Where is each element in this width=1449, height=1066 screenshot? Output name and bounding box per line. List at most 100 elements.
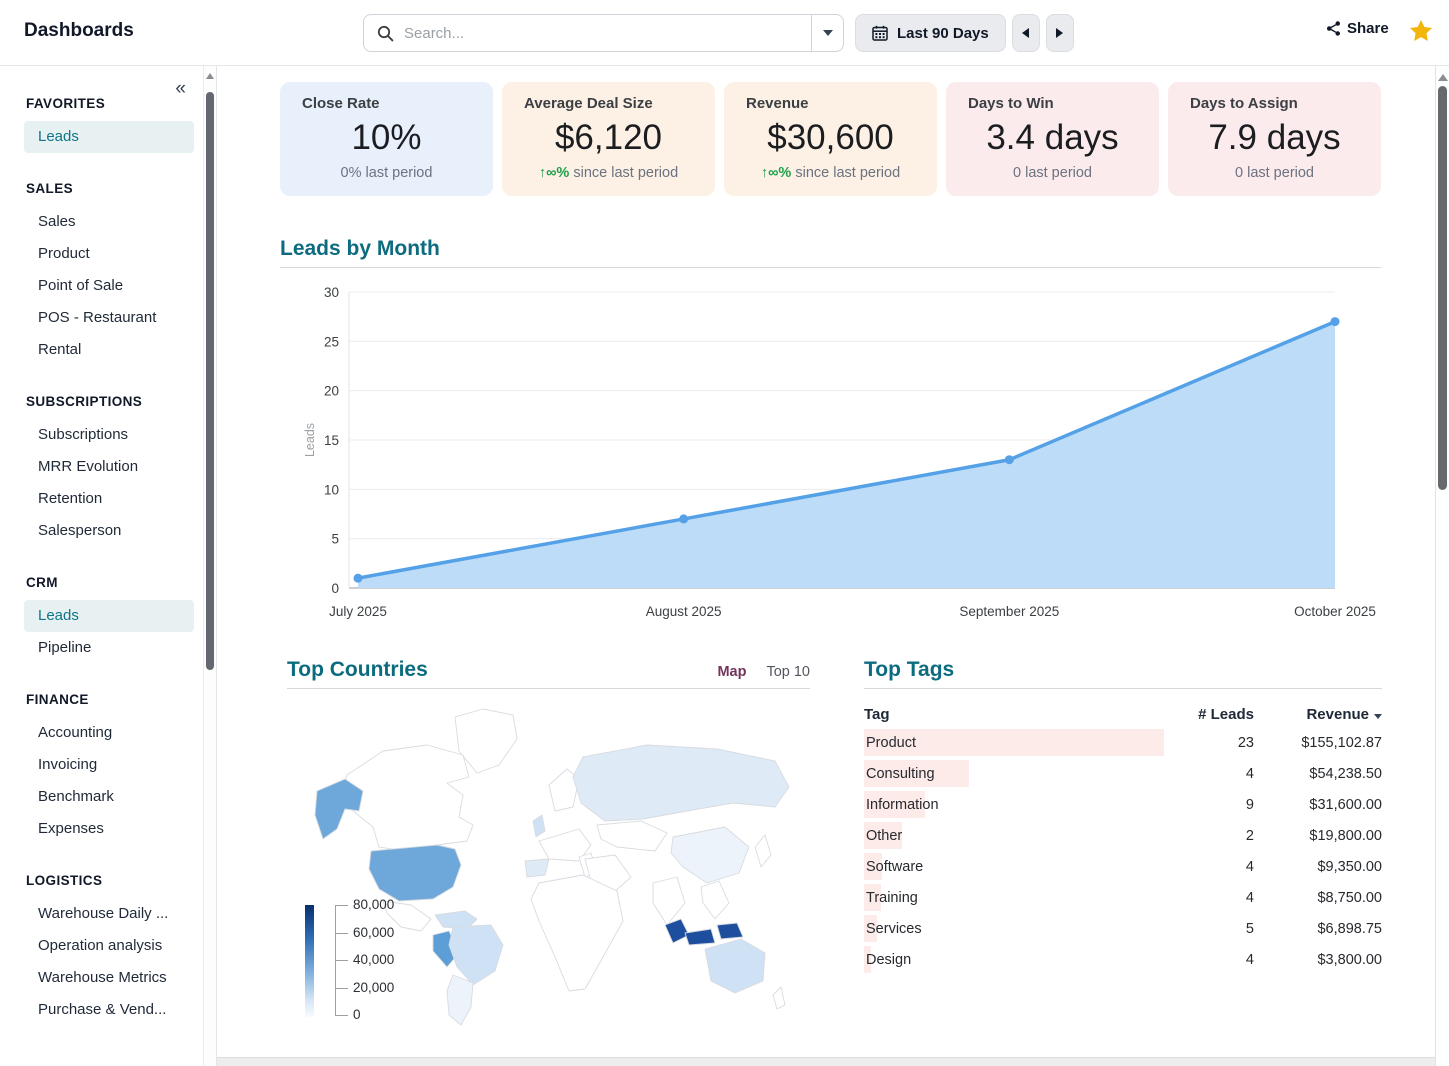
revenue-cell: $6,898.75: [1254, 921, 1382, 937]
tag-label: Product: [864, 735, 916, 751]
sidebar-item-warehouse-metrics[interactable]: Warehouse Metrics: [24, 962, 194, 994]
tag-label: Services: [864, 921, 922, 937]
map-tab-map[interactable]: Map: [717, 664, 746, 680]
search-input[interactable]: [404, 25, 811, 42]
country-australia[interactable]: [705, 939, 765, 993]
sidebar-section-finance: FINANCE AccountingInvoicingBenchmarkExpen…: [0, 692, 200, 845]
country-alaska-us[interactable]: [315, 779, 363, 839]
sidebar-item-product[interactable]: Product: [24, 238, 194, 270]
kpi-subtext: ↑∞% since last period: [502, 165, 715, 181]
date-filter-label: Last 90 Days: [897, 25, 989, 42]
share-button[interactable]: Share: [1325, 20, 1389, 37]
table-row-information[interactable]: Information9$31,600.00: [864, 789, 1382, 820]
tag-cell: Training: [864, 882, 1174, 913]
legend-tick: [335, 960, 348, 961]
table-row-services[interactable]: Services 5$6,898.75: [864, 913, 1382, 944]
sidebar-item-rental[interactable]: Rental: [24, 334, 194, 366]
column-header-revenue[interactable]: Revenue: [1254, 706, 1382, 723]
leads-count-cell: 4: [1174, 766, 1254, 782]
search-dropdown-toggle[interactable]: [811, 15, 843, 51]
legend-tick-label: 20,000: [353, 980, 394, 995]
country-china[interactable]: [671, 827, 749, 883]
revenue-cell: $19,800.00: [1254, 828, 1382, 844]
search-icon: [377, 25, 394, 42]
sidebar-item-accounting[interactable]: Accounting: [24, 717, 194, 749]
table-row-design[interactable]: Design4$3,800.00: [864, 944, 1382, 975]
scroll-up-arrow-icon[interactable]: [1438, 74, 1448, 81]
sidebar-item-invoicing[interactable]: Invoicing: [24, 749, 194, 781]
sidebar-scrollbar: [203, 66, 216, 1066]
column-header-tag[interactable]: Tag: [864, 706, 1174, 723]
sidebar-item-sales[interactable]: Sales: [24, 206, 194, 238]
svg-text:Leads: Leads: [303, 423, 317, 457]
revenue-cell: $54,238.50: [1254, 766, 1382, 782]
sidebar-item-leads[interactable]: Leads: [24, 600, 194, 632]
kpi-card-close-rate[interactable]: Close Rate10%0% last period: [280, 82, 493, 196]
sidebar-section-sales: SALESSalesProductPoint of SalePOS - Rest…: [0, 181, 200, 366]
sidebar-item-leads[interactable]: Leads: [24, 121, 194, 153]
sidebar-item-salesperson[interactable]: Salesperson: [24, 515, 194, 547]
kpi-card-days-to-win[interactable]: Days to Win3.4 days0 last period: [946, 82, 1159, 196]
sidebar-scrollbar-thumb[interactable]: [206, 92, 214, 670]
table-row-training[interactable]: Training4$8,750.00: [864, 882, 1382, 913]
country-argentina[interactable]: [447, 975, 473, 1025]
main-scrollbar-thumb[interactable]: [1438, 86, 1447, 490]
map-tab-top-10[interactable]: Top 10: [766, 664, 810, 680]
kpi-card-revenue[interactable]: Revenue$30,600↑∞% since last period: [724, 82, 937, 196]
kpi-card-days-to-assign[interactable]: Days to Assign7.9 days0 last period: [1168, 82, 1381, 196]
sidebar-item-warehouse-daily[interactable]: Warehouse Daily ...: [24, 898, 194, 930]
kpi-card-average-deal-size[interactable]: Average Deal Size$6,120↑∞% since last pe…: [502, 82, 715, 196]
leads-count-cell: 5: [1174, 921, 1254, 937]
sidebar-item-pipeline[interactable]: Pipeline: [24, 632, 194, 664]
scroll-up-arrow-icon[interactable]: [206, 73, 214, 79]
country-spain[interactable]: [525, 859, 549, 877]
sidebar-item-point-of-sale[interactable]: Point of Sale: [24, 270, 194, 302]
leads-count-cell: 4: [1174, 952, 1254, 968]
sidebar-section-title: FINANCE: [26, 692, 200, 707]
sidebar-section-title: CRM: [26, 575, 200, 590]
world-map[interactable]: 80,00060,00040,00020,0000: [287, 699, 810, 1037]
sidebar-item-expenses[interactable]: Expenses: [24, 813, 194, 845]
sidebar-item-retention[interactable]: Retention: [24, 483, 194, 515]
favorite-star-icon[interactable]: [1408, 18, 1434, 44]
search-box[interactable]: [363, 14, 844, 52]
leads-count-cell: 4: [1174, 890, 1254, 906]
country-indonesia[interactable]: [717, 923, 743, 939]
country-new-zealand: [773, 987, 785, 1009]
share-icon: [1325, 20, 1342, 37]
sidebar-item-mrr-evolution[interactable]: MRR Evolution: [24, 451, 194, 483]
sidebar-item-subscriptions[interactable]: Subscriptions: [24, 419, 194, 451]
svg-text:0: 0: [331, 581, 339, 596]
country-united-kingdom[interactable]: [533, 815, 545, 837]
date-filter-button[interactable]: Last 90 Days: [855, 14, 1006, 52]
country-russia[interactable]: [573, 745, 789, 821]
kpi-subtext: ↑∞% since last period: [724, 165, 937, 181]
country-united-states[interactable]: [369, 845, 461, 901]
column-header-leads[interactable]: # Leads: [1174, 706, 1254, 723]
table-row-consulting[interactable]: Consulting4$54,238.50: [864, 758, 1382, 789]
tag-cell: Other: [864, 820, 1174, 851]
sidebar-item-operation-analysis[interactable]: Operation analysis: [24, 930, 194, 962]
section-divider: [287, 688, 810, 689]
tag-label: Other: [864, 828, 902, 844]
previous-period-button[interactable]: [1012, 14, 1040, 52]
sidebar-item-purchase-vend[interactable]: Purchase & Vend...: [24, 994, 194, 1026]
arrow-left-icon: [1022, 28, 1029, 38]
country-indonesia[interactable]: [685, 929, 715, 945]
legend-tick: [335, 933, 348, 934]
map-color-legend: 80,00060,00040,00020,0000: [305, 905, 425, 1023]
app-title: Dashboards: [24, 20, 134, 42]
table-row-product[interactable]: Product23$155,102.87: [864, 727, 1382, 758]
leads-count-cell: 9: [1174, 797, 1254, 813]
calendar-icon: [872, 25, 888, 41]
leads-count-cell: 4: [1174, 859, 1254, 875]
sidebar-item-benchmark[interactable]: Benchmark: [24, 781, 194, 813]
next-period-button[interactable]: [1046, 14, 1074, 52]
table-row-software[interactable]: Software4$9,350.00: [864, 851, 1382, 882]
kpi-title: Revenue: [724, 95, 937, 112]
section-divider: [280, 267, 1381, 268]
tag-cell: Services: [864, 913, 1174, 944]
country-brazil[interactable]: [449, 925, 503, 985]
table-row-other[interactable]: Other2$19,800.00: [864, 820, 1382, 851]
sidebar-item-pos-restaurant[interactable]: POS - Restaurant: [24, 302, 194, 334]
